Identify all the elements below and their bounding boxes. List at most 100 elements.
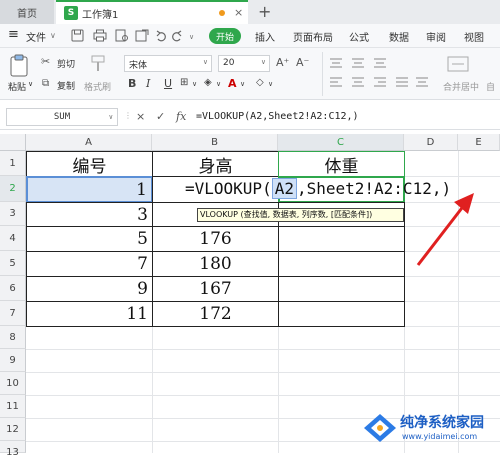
menu-view[interactable]: 视图: [464, 29, 484, 44]
clear-format-icon[interactable]: ◇: [256, 77, 264, 88]
align-bottom-icon[interactable]: [374, 58, 386, 68]
table-cell-height[interactable]: 167: [152, 276, 279, 302]
column-header-e[interactable]: E: [458, 134, 500, 151]
hamburger-icon[interactable]: ≡: [8, 27, 19, 42]
table-cell-height[interactable]: 180: [152, 251, 279, 277]
font-color-icon[interactable]: A: [228, 77, 237, 90]
increase-font-icon[interactable]: A⁺: [276, 56, 289, 69]
name-box[interactable]: SUM ∨: [6, 108, 118, 126]
italic-button[interactable]: I: [146, 77, 150, 90]
export-icon[interactable]: [135, 29, 149, 42]
row-header[interactable]: 11: [0, 395, 26, 418]
table-cell-weight[interactable]: [278, 301, 405, 327]
add-tab-button[interactable]: +: [258, 2, 271, 21]
undo-icon[interactable]: [156, 30, 166, 42]
table-cell-id[interactable]: 9: [26, 276, 153, 302]
cut-button[interactable]: 剪切: [57, 57, 75, 70]
row-header[interactable]: 9: [0, 349, 26, 372]
table-cell-id[interactable]: 11: [26, 301, 153, 327]
format-painter-button[interactable]: 格式刷: [84, 80, 111, 93]
row-header[interactable]: 3: [0, 202, 26, 226]
header-cell-weight[interactable]: 体重: [278, 151, 405, 177]
table-cell-weight[interactable]: [278, 276, 405, 302]
row-header[interactable]: 5: [0, 251, 26, 276]
menu-file[interactable]: 文件: [26, 29, 46, 44]
row-header[interactable]: 6: [0, 276, 26, 301]
print-preview-icon[interactable]: [115, 29, 128, 42]
header-cell-id[interactable]: 编号: [26, 151, 153, 177]
row-header[interactable]: 8: [0, 326, 26, 349]
table-cell-id[interactable]: 3: [26, 202, 153, 227]
chevron-down-icon[interactable]: ∨: [50, 31, 56, 40]
select-all-corner[interactable]: [0, 134, 26, 151]
print-icon[interactable]: [93, 29, 107, 42]
row-header[interactable]: 7: [0, 301, 26, 326]
underline-button[interactable]: U: [164, 77, 172, 90]
distribute-icon[interactable]: [416, 77, 428, 87]
table-cell-height[interactable]: 172: [152, 301, 279, 327]
row-header[interactable]: 1: [0, 151, 26, 176]
menu-data[interactable]: 数据: [389, 29, 409, 44]
column-header-d[interactable]: D: [404, 134, 458, 151]
align-top-icon[interactable]: [330, 58, 342, 68]
font-family-select[interactable]: 宋体 ∨: [124, 55, 212, 72]
formula-ref-a2: A2: [271, 178, 297, 199]
tab-workbook[interactable]: S 工作簿1 ×: [56, 0, 248, 24]
align-center-icon[interactable]: [352, 77, 364, 87]
font-size-value: 20: [223, 58, 235, 68]
column-header-c[interactable]: C: [278, 134, 404, 151]
chevron-down-icon: ∨: [260, 58, 266, 66]
row-header[interactable]: 10: [0, 372, 26, 395]
justify-icon[interactable]: [396, 77, 408, 87]
fill-color-icon[interactable]: ◈: [204, 77, 212, 88]
formula-input[interactable]: =VLOOKUP(A2,Sheet2!A2:C12,): [196, 108, 496, 126]
header-cell-height[interactable]: 身高: [152, 151, 279, 177]
auto-wrap-button[interactable]: 自: [486, 80, 495, 93]
menu-formulas[interactable]: 公式: [349, 29, 369, 44]
table-cell-id[interactable]: 5: [26, 226, 153, 252]
row-header[interactable]: 13: [0, 441, 26, 458]
table-cell-weight[interactable]: [278, 251, 405, 277]
row-header[interactable]: 2: [0, 176, 26, 202]
table-cell-weight[interactable]: [278, 226, 405, 252]
tab-home[interactable]: 首页: [0, 0, 54, 24]
menu-page-layout[interactable]: 页面布局: [293, 29, 333, 44]
merge-center-button[interactable]: 合并居中: [443, 80, 479, 93]
paste-chevron-icon[interactable]: ∨: [28, 80, 33, 88]
function-tooltip: VLOOKUP (查找值, 数据表, 列序数, [匹配条件]): [197, 208, 404, 222]
menu-insert[interactable]: 插入: [255, 29, 275, 44]
chevron-down-icon[interactable]: ∨: [216, 80, 221, 88]
redo-icon[interactable]: [172, 30, 182, 42]
paste-icon[interactable]: [8, 54, 32, 78]
border-icon[interactable]: ⊞: [180, 77, 188, 88]
paste-button[interactable]: 粘贴: [8, 80, 26, 93]
copy-button[interactable]: 复制: [57, 79, 75, 92]
column-header-a[interactable]: A: [26, 134, 152, 151]
table-cell-id[interactable]: 7: [26, 251, 153, 277]
chevron-down-icon[interactable]: ∨: [192, 80, 197, 88]
decrease-font-icon[interactable]: A⁻: [296, 56, 309, 69]
align-right-icon[interactable]: [374, 77, 386, 87]
row-header[interactable]: 4: [0, 226, 26, 251]
table-cell-id[interactable]: 1: [26, 176, 153, 203]
table-cell-height[interactable]: 176: [152, 226, 279, 252]
menu-review[interactable]: 审阅: [426, 29, 446, 44]
font-size-select[interactable]: 20 ∨: [218, 55, 270, 72]
chevron-down-icon[interactable]: ∨: [268, 80, 273, 88]
insert-function-button[interactable]: fx: [176, 110, 186, 123]
row-header[interactable]: 12: [0, 418, 26, 441]
merge-center-icon[interactable]: [446, 54, 470, 76]
close-tab-icon[interactable]: ×: [234, 6, 243, 19]
cancel-formula-button[interactable]: ×: [136, 110, 145, 123]
enter-formula-button[interactable]: ✓: [156, 110, 165, 123]
format-painter-icon[interactable]: [88, 54, 108, 74]
tab-bar: 首页 S 工作簿1 × +: [0, 0, 500, 24]
chevron-down-icon[interactable]: ∨: [240, 80, 245, 88]
bold-button[interactable]: B: [128, 77, 136, 90]
chevron-down-icon: ∨: [202, 58, 208, 66]
align-left-icon[interactable]: [330, 77, 342, 87]
column-header-b[interactable]: B: [152, 134, 278, 151]
menu-start[interactable]: 开始: [209, 28, 241, 44]
save-icon[interactable]: [71, 29, 84, 42]
align-middle-icon[interactable]: [352, 58, 364, 68]
